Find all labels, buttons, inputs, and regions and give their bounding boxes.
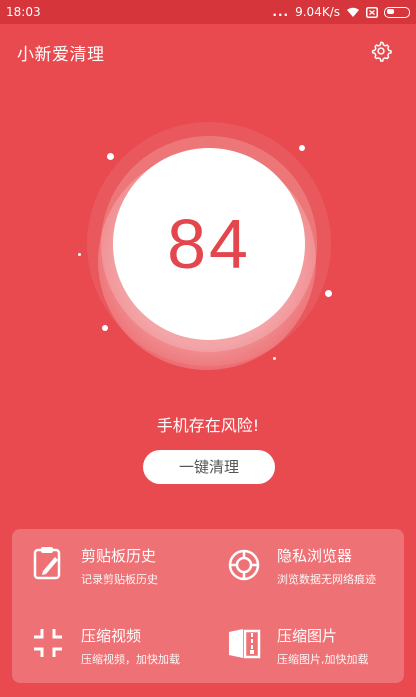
- feature-privacy-browser[interactable]: 隐私浏览器 浏览数据无网络痕迹: [208, 529, 398, 589]
- compress-image-icon: [226, 625, 262, 661]
- feature-subtitle: 记录剪贴板历史: [81, 573, 158, 586]
- feature-title: 压缩视频: [81, 627, 142, 645]
- decor-dot: [273, 357, 276, 360]
- decor-dot: [102, 325, 108, 331]
- privacy-browser-icon: [226, 545, 262, 581]
- risk-message: 手机存在风险!: [156, 416, 260, 435]
- status-dots: ...: [272, 5, 290, 19]
- score-circle: 84: [113, 148, 305, 340]
- score-value: 84: [167, 205, 251, 283]
- feature-clipboard-history[interactable]: 剪贴板历史 记录剪贴板历史: [12, 529, 202, 589]
- clipboard-icon: [30, 545, 66, 581]
- one-click-clean-button[interactable]: 一键清理: [143, 450, 275, 484]
- feature-title: 隐私浏览器: [277, 547, 353, 565]
- sim-icon: [366, 6, 378, 18]
- feature-compress-video[interactable]: 压缩视频 压缩视频，加快加载: [12, 609, 202, 669]
- decor-dot: [299, 145, 305, 151]
- feature-title: 剪贴板历史: [81, 547, 157, 565]
- decor-dot: [107, 153, 114, 160]
- feature-subtitle: 压缩图片,加快加载: [277, 653, 369, 666]
- feature-subtitle: 浏览数据无网络痕迹: [277, 573, 376, 586]
- feature-title: 压缩图片: [277, 627, 338, 645]
- status-indicators: ... 9.04K/s: [272, 0, 410, 24]
- wifi-icon: [346, 7, 360, 18]
- feature-panel: 剪贴板历史 记录剪贴板历史 隐私浏览器 浏览数据无网络痕迹 压缩视频 压缩视频，…: [12, 529, 404, 683]
- feature-compress-image[interactable]: 压缩图片 压缩图片,加快加载: [208, 609, 398, 669]
- gear-icon[interactable]: [370, 40, 392, 62]
- decor-dot: [78, 253, 81, 256]
- battery-icon: [384, 6, 410, 18]
- app-title: 小新爱清理: [17, 45, 105, 65]
- status-bar: 18:03 ... 9.04K/s: [0, 0, 416, 24]
- status-time: 18:03: [6, 5, 41, 19]
- decor-dot: [325, 290, 332, 297]
- compress-video-icon: [30, 625, 66, 661]
- feature-subtitle: 压缩视频，加快加载: [81, 653, 180, 666]
- network-speed: 9.04K/s: [295, 5, 340, 19]
